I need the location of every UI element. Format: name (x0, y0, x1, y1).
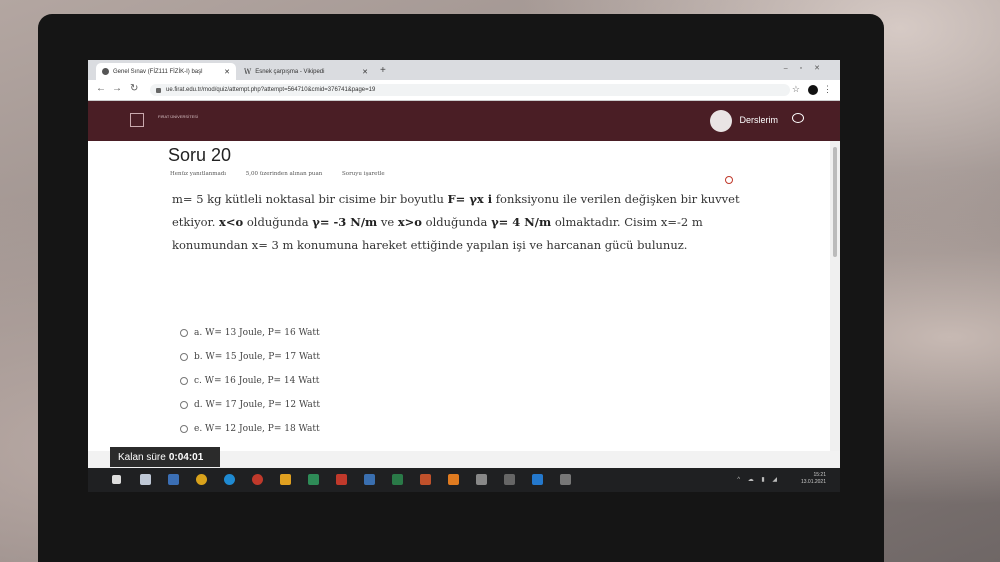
browser-menu-icon[interactable]: ⋮ (823, 84, 832, 95)
chrome-icon[interactable] (196, 474, 207, 485)
question-status: Henüz yanıtlanmadı (170, 171, 227, 177)
tab-quiz[interactable]: Genel Sınav (FİZ111 FİZİK-I) başl ✕ (96, 63, 236, 80)
back-arrow-icon[interactable]: ← (96, 83, 106, 94)
site-logo-text: FIRAT ÜNİVERSİTESİ (158, 114, 199, 119)
browser-toolbar: ← → ↻ ue.firat.edu.tr/mod/quiz/attempt.p… (88, 80, 840, 101)
acrobat-icon[interactable] (336, 474, 347, 485)
answer-option[interactable]: d. W= 17 Joule, P= 12 Watt (180, 393, 320, 417)
tab-wikipedia[interactable]: W Esnek çarpışma - Vikipedi ✕ (238, 63, 374, 80)
address-bar[interactable]: ue.firat.edu.tr/mod/quiz/attempt.php?att… (150, 84, 790, 96)
quiz-content: Soru 20 Henüz yanıtlanmadı 5,00 üzerinde… (88, 141, 840, 451)
flag-question-link[interactable]: Soruyu işaretle (342, 171, 385, 177)
windows-taskbar: ^ ☁ ▮ ◢ 15:21 13.01.2021 (88, 468, 840, 492)
image-viewer-icon[interactable] (560, 474, 571, 485)
profile-avatar[interactable] (808, 85, 818, 95)
laptop-screen: Genel Sınav (FİZ111 FİZİK-I) başl ✕ W Es… (88, 60, 840, 492)
vlc-icon[interactable] (280, 474, 291, 485)
start-windows-icon[interactable] (112, 475, 121, 484)
edge-icon[interactable] (224, 474, 235, 485)
question-title: Soru 20 (168, 145, 232, 165)
quiz-timer: Kalan süre 0:04:01 (110, 447, 220, 467)
answer-option[interactable]: e. W= 12 Joule, P= 18 Watt (180, 417, 320, 441)
site-header: FIRAT ÜNİVERSİTESİ Derslerim (88, 101, 840, 141)
timer-value: 0:04:01 (168, 451, 204, 463)
close-tab-icon[interactable]: ✕ (362, 68, 368, 76)
system-tray-icons[interactable]: ^ ☁ ▮ ◢ (737, 476, 780, 483)
site-logo-icon[interactable] (130, 113, 144, 127)
radio-button[interactable] (180, 353, 188, 361)
user-avatar[interactable] (710, 110, 732, 132)
opera-icon[interactable] (252, 474, 263, 485)
wikipedia-favicon-icon: W (244, 68, 252, 76)
moodle-favicon-icon (102, 68, 109, 75)
scrollbar-thumb[interactable] (833, 147, 837, 257)
flag-icon[interactable] (725, 176, 733, 184)
file-explorer-icon[interactable] (168, 474, 179, 485)
photos-icon[interactable] (476, 474, 487, 485)
powerpoint-icon[interactable] (420, 474, 431, 485)
radio-button[interactable] (180, 377, 188, 385)
question-info: Henüz yanıtlanmadı 5,00 üzerinden alınan… (170, 171, 403, 177)
close-tab-icon[interactable]: ✕ (224, 68, 230, 76)
app-icon[interactable] (448, 474, 459, 485)
mail-icon[interactable] (140, 474, 151, 485)
radio-button[interactable] (180, 329, 188, 337)
courses-menu[interactable]: Derslerim (739, 115, 778, 125)
answer-option[interactable]: a. W= 13 Joule, P= 16 Watt (180, 321, 320, 345)
lock-icon (156, 87, 161, 93)
answer-option[interactable]: c. W= 16 Joule, P= 14 Watt (180, 369, 320, 393)
question-points: 5,00 üzerinden alınan puan (245, 171, 323, 177)
forward-arrow-icon[interactable]: → (112, 83, 122, 94)
utorrent-icon[interactable] (308, 474, 319, 485)
excel-icon[interactable] (392, 474, 403, 485)
tab-title: Genel Sınav (FİZ111 FİZİK-I) başl (113, 68, 203, 75)
app-icon[interactable] (504, 474, 515, 485)
word-icon[interactable] (364, 474, 375, 485)
page-scrollbar[interactable] (830, 141, 840, 451)
radio-button[interactable] (180, 425, 188, 433)
vscode-icon[interactable] (532, 474, 543, 485)
tab-bar: Genel Sınav (FİZ111 FİZİK-I) başl ✕ W Es… (88, 60, 840, 80)
clock[interactable]: 15:21 13.01.2021 (801, 472, 826, 486)
timer-label: Kalan süre (118, 451, 166, 463)
messages-icon[interactable] (792, 113, 804, 123)
tab-title: Esnek çarpışma - Vikipedi (255, 68, 325, 75)
answer-option[interactable]: b. W= 15 Joule, P= 17 Watt (180, 345, 320, 369)
question-text: m= 5 kg kütleli noktasal bir cisime bir … (172, 192, 740, 252)
window-controls[interactable]: –▫✕ (784, 64, 832, 72)
url-text: ue.firat.edu.tr/mod/quiz/attempt.php?att… (166, 87, 376, 93)
bookmark-star-icon[interactable]: ☆ (792, 84, 800, 95)
reload-icon[interactable]: ↻ (130, 83, 138, 94)
radio-button[interactable] (180, 401, 188, 409)
answer-options: a. W= 13 Joule, P= 16 Watt b. W= 15 Joul… (180, 321, 320, 441)
new-tab-button[interactable]: + (380, 65, 386, 76)
